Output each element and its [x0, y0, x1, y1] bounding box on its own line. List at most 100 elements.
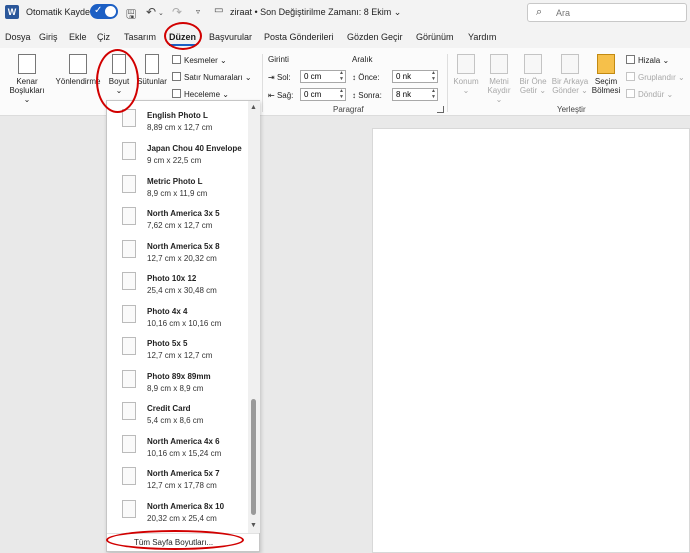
- tab-gozden-gecir[interactable]: Gözden Geçir: [347, 32, 403, 42]
- word-app-icon: W: [5, 5, 19, 19]
- spacing-after-input[interactable]: [393, 89, 429, 100]
- customize-toolbar-icon[interactable]: ▿: [196, 7, 200, 16]
- size-option[interactable]: North America 5x 8 12,7 cm x 20,32 cm: [147, 242, 247, 263]
- tab-posta-gonderileri[interactable]: Posta Gönderileri: [264, 32, 334, 42]
- size-option-name: North America 4x 6: [147, 437, 220, 446]
- size-option-name: North America 5x 7: [147, 469, 220, 478]
- tab-tasarim[interactable]: Tasarım: [124, 32, 156, 42]
- columns-label: Sütunlar: [137, 77, 167, 86]
- breaks-button[interactable]: Kesmeler ⌄: [172, 55, 227, 65]
- autosave-label: Otomatik Kaydet: [26, 7, 93, 17]
- size-option[interactable]: Photo 5x 5 12,7 cm x 12,7 cm: [147, 339, 247, 360]
- spacing-before-spinner[interactable]: ▲▼: [392, 70, 438, 83]
- columns-button[interactable]: Sütunlar: [137, 54, 167, 86]
- size-option-name: North America 5x 8: [147, 242, 220, 251]
- rotate-button[interactable]: Döndür ⌄: [626, 89, 673, 99]
- bring-forward-label-1: Bir Öne: [519, 77, 547, 86]
- page-size-dropdown: English Photo L 8,89 cm x 12,7 cm Japan …: [106, 100, 260, 552]
- scrollbar-thumb[interactable]: [251, 399, 256, 515]
- size-option-dims: 20,32 cm x 25,4 cm: [147, 514, 217, 523]
- search-icon: ⌕: [536, 6, 543, 18]
- more-paper-sizes-label: Tüm Sayfa Boyutları...: [134, 538, 214, 547]
- tab-basvurular[interactable]: Başvurular: [209, 32, 252, 42]
- size-option[interactable]: North America 3x 5 7,62 cm x 12,7 cm: [147, 209, 247, 230]
- tab-ekle[interactable]: Ekle: [69, 32, 87, 42]
- size-option[interactable]: Photo 10x 12 25,4 cm x 30,48 cm: [147, 274, 247, 295]
- bring-forward-icon: [524, 54, 542, 74]
- spinner-arrows-icon[interactable]: ▲ ▼: [339, 88, 344, 100]
- size-option-name: Metric Photo L: [147, 177, 203, 186]
- undo-dropdown-icon[interactable]: ⌄: [158, 9, 164, 17]
- size-option-name: North America 8x 10: [147, 502, 225, 511]
- search-box[interactable]: ⌕: [527, 3, 687, 22]
- tab-giris[interactable]: Giriş: [39, 32, 58, 42]
- size-option[interactable]: Metric Photo L 8,9 cm x 11,9 cm: [147, 177, 247, 198]
- undo-icon[interactable]: ↶: [146, 5, 156, 19]
- spinner-arrows-icon[interactable]: ▲ ▼: [339, 70, 344, 82]
- spinner-arrows-icon[interactable]: ▲ ▼: [431, 70, 436, 82]
- align-button[interactable]: Hizala ⌄: [626, 55, 669, 65]
- page-size-icon: [112, 54, 126, 74]
- size-option[interactable]: Credit Card 5,4 cm x 8,6 cm: [147, 404, 247, 425]
- document-title[interactable]: ziraat • Son Değiştirilme Zamanı: 8 Ekim…: [230, 7, 401, 18]
- save-icon[interactable]: 🖫: [126, 5, 136, 26]
- size-option-dims: 12,7 cm x 20,32 cm: [147, 254, 217, 263]
- line-numbers-button[interactable]: Satır Numaraları ⌄: [172, 72, 252, 82]
- size-option[interactable]: North America 4x 6 10,16 cm x 15,24 cm: [147, 437, 247, 458]
- paragraph-group-label: Paragraf: [333, 105, 364, 114]
- tab-ciz[interactable]: Çiz: [97, 32, 110, 42]
- scroll-down-icon[interactable]: ▼: [250, 522, 257, 529]
- hyphenation-button[interactable]: Heceleme ⌄: [172, 89, 229, 99]
- wrap-text-button[interactable]: Metni Kaydır ⌄: [483, 54, 515, 104]
- position-icon: [457, 54, 475, 74]
- size-option-dims: 8,9 cm x 8,9 cm: [147, 384, 204, 393]
- paper-size-icon: [122, 207, 136, 225]
- bring-forward-label-2: Getir ⌄: [519, 86, 547, 95]
- breaks-label: Kesmeler ⌄: [184, 56, 227, 65]
- position-button[interactable]: Konum ⌄: [451, 54, 481, 95]
- size-option[interactable]: Photo 89x 89mm 8,9 cm x 8,9 cm: [147, 372, 247, 393]
- more-paper-sizes-item[interactable]: Tüm Sayfa Boyutları...: [107, 533, 259, 551]
- indent-right-input[interactable]: [301, 89, 337, 100]
- scroll-up-icon[interactable]: ▲: [250, 104, 257, 111]
- ribbon-layout: Kenar Boşlukları ⌄ Yönlendirme Boyut ⌄ S…: [0, 48, 690, 116]
- group-button[interactable]: Gruplandır ⌄: [626, 72, 685, 82]
- spinner-arrows-icon[interactable]: ▲ ▼: [431, 88, 436, 100]
- margins-label-2: Boşlukları ⌄: [9, 86, 45, 104]
- selection-pane-button[interactable]: Seçim Bölmesi: [591, 54, 621, 95]
- size-option-dims: 7,62 cm x 12,7 cm: [147, 221, 213, 230]
- paper-size-icon: [122, 435, 136, 453]
- tab-duzen[interactable]: Düzen: [169, 32, 196, 46]
- size-option-dims: 5,4 cm x 8,6 cm: [147, 416, 204, 425]
- paper-size-icon: [122, 500, 136, 518]
- indent-left-input[interactable]: [301, 71, 337, 82]
- tab-gorunum[interactable]: Görünüm: [416, 32, 454, 42]
- size-option[interactable]: North America 8x 10 20,32 cm x 25,4 cm: [147, 502, 247, 523]
- autosave-toggle[interactable]: ✓: [90, 4, 118, 19]
- send-backward-label-1: Bir Arkaya: [551, 77, 589, 86]
- wrap-text-label-2: Kaydır ⌄: [487, 86, 511, 104]
- indent-left-spinner[interactable]: ▲▼: [300, 70, 346, 83]
- size-option-name: Credit Card: [147, 404, 191, 413]
- indent-right-spinner[interactable]: ▲▼: [300, 88, 346, 101]
- margins-button[interactable]: Kenar Boşlukları ⌄: [6, 54, 48, 104]
- bring-forward-button[interactable]: Bir Öne Getir ⌄: [517, 54, 549, 95]
- paper-size-icon: [122, 240, 136, 258]
- paragraph-dialog-launcher-icon[interactable]: [437, 106, 444, 113]
- document-page[interactable]: [372, 128, 690, 553]
- tab-yardim[interactable]: Yardım: [468, 32, 496, 42]
- size-button[interactable]: Boyut ⌄: [105, 54, 133, 95]
- redo-icon[interactable]: ↷: [172, 5, 182, 19]
- size-option[interactable]: English Photo L 8,89 cm x 12,7 cm: [147, 111, 247, 132]
- spacing-after-spinner[interactable]: ▲▼: [392, 88, 438, 101]
- size-option[interactable]: Photo 4x 4 10,16 cm x 10,16 cm: [147, 307, 247, 328]
- wrap-text-label-1: Metni: [489, 77, 509, 86]
- spacing-before-input[interactable]: [393, 71, 429, 82]
- search-input[interactable]: [556, 6, 676, 19]
- orientation-button[interactable]: Yönlendirme: [54, 54, 102, 86]
- size-option[interactable]: North America 5x 7 12,7 cm x 17,78 cm: [147, 469, 247, 490]
- dropdown-scrollbar[interactable]: ▲ ▼: [248, 101, 260, 533]
- size-option[interactable]: Japan Chou 40 Envelope 9 cm x 22,5 cm: [147, 144, 247, 165]
- tab-dosya[interactable]: Dosya: [5, 32, 31, 42]
- send-backward-button[interactable]: Bir Arkaya Gönder ⌄: [550, 54, 590, 95]
